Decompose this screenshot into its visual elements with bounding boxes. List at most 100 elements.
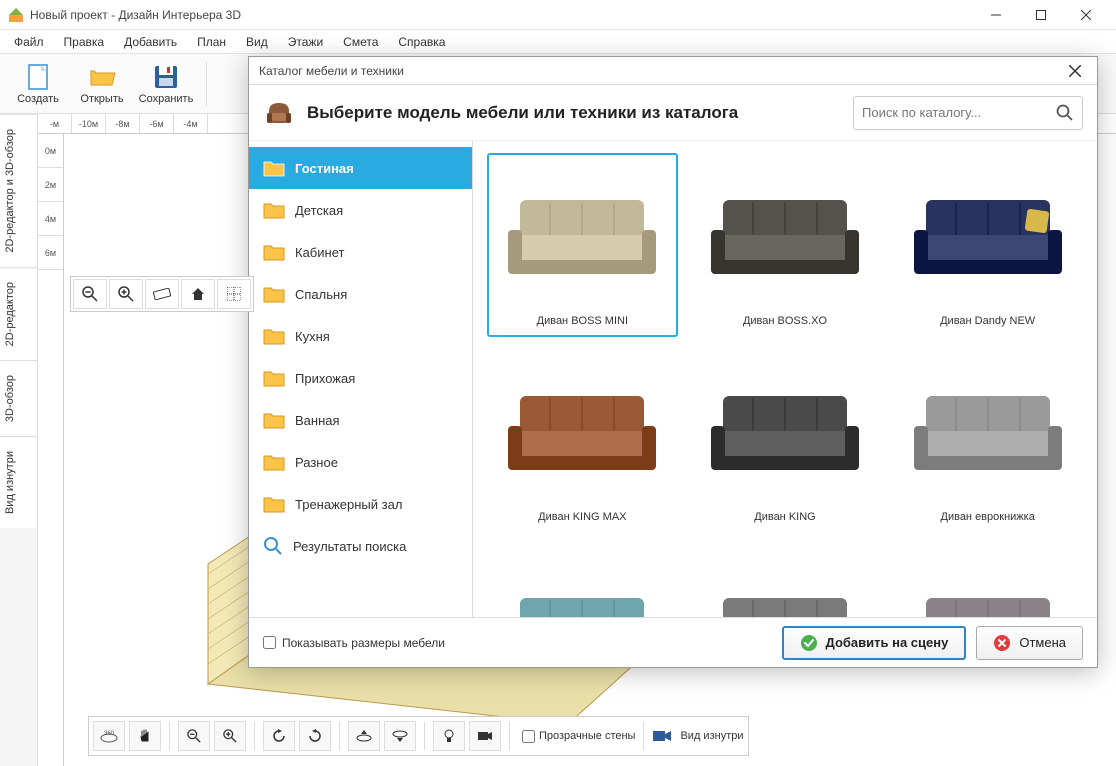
category-label: Кухня <box>295 329 330 344</box>
menu-estimate[interactable]: Смета <box>333 32 388 52</box>
separator <box>424 722 425 750</box>
furniture-catalog-modal: Каталог мебели и техники Выберите модель… <box>248 56 1098 668</box>
category-item-living[interactable]: Гостиная <box>249 147 472 189</box>
tilt-down-button[interactable] <box>384 721 416 751</box>
add-to-scene-button[interactable]: Добавить на сцену <box>782 626 967 660</box>
catalog-thumb <box>493 551 672 617</box>
side-tab-3d[interactable]: 3D-обзор <box>0 360 37 436</box>
ruler-h-tick: -6м <box>140 114 174 133</box>
category-item-search-results[interactable]: Результаты поиска <box>249 525 472 567</box>
separator <box>643 722 644 750</box>
maximize-button[interactable] <box>1018 0 1063 29</box>
pan-button[interactable] <box>129 721 161 751</box>
catalog-thumb <box>493 159 672 311</box>
bottom-toolbar: 360 Прозрачные стены Вид изнутри <box>88 716 749 756</box>
category-item-hallway[interactable]: Прихожая <box>249 357 472 399</box>
category-item-kids[interactable]: Детская <box>249 189 472 231</box>
catalog-item[interactable]: Диван KING <box>690 349 881 533</box>
side-tab-2d[interactable]: 2D-редактор <box>0 267 37 360</box>
mini-toolbar <box>70 276 254 312</box>
category-label: Прихожая <box>295 371 355 386</box>
category-item-gym[interactable]: Тренажерный зал <box>249 483 472 525</box>
show-sizes-input[interactable] <box>263 636 276 649</box>
cancel-button[interactable]: Отмена <box>976 626 1083 660</box>
folder-icon <box>263 243 285 261</box>
modal-subheader: Выберите модель мебели или техники из ка… <box>249 85 1097 141</box>
zoom-out-button[interactable] <box>73 279 107 309</box>
home-button[interactable] <box>181 279 215 309</box>
catalog-item-label: Диван KING MAX <box>538 507 626 527</box>
side-tabs: 2D-редактор и 3D-обзор 2D-редактор 3D-об… <box>0 114 38 766</box>
grid-button[interactable] <box>217 279 251 309</box>
catalog-item[interactable] <box>487 545 678 617</box>
transparent-walls-checkbox[interactable]: Прозрачные стены <box>522 730 635 743</box>
separator <box>339 722 340 750</box>
ruler-h-tick: -10м <box>72 114 106 133</box>
folder-icon <box>263 369 285 387</box>
show-sizes-checkbox[interactable]: Показывать размеры мебели <box>263 636 772 650</box>
menu-plan[interactable]: План <box>187 32 236 52</box>
inside-view-label[interactable]: Вид изнутри <box>680 730 743 742</box>
titlebar: Новый проект - Дизайн Интерьера 3D <box>0 0 1116 30</box>
catalog-item[interactable] <box>892 545 1083 617</box>
category-item-bedroom[interactable]: Спальня <box>249 273 472 315</box>
category-item-misc[interactable]: Разное <box>249 441 472 483</box>
search-input[interactable] <box>862 105 1056 120</box>
side-tab-inside[interactable]: Вид изнутри <box>0 436 37 528</box>
close-button[interactable] <box>1063 0 1108 29</box>
catalog-item[interactable]: Диван KING MAX <box>487 349 678 533</box>
catalog-item[interactable]: Диван BOSS.XO <box>690 153 881 337</box>
zoom-out-3d-button[interactable] <box>178 721 210 751</box>
menu-help[interactable]: Справка <box>388 32 455 52</box>
menu-file[interactable]: Файл <box>4 32 54 52</box>
rotate-right-button[interactable] <box>299 721 331 751</box>
svg-text:360: 360 <box>104 731 115 737</box>
menu-edit[interactable]: Правка <box>54 32 115 52</box>
side-tab-2d3d[interactable]: 2D-редактор и 3D-обзор <box>0 114 37 267</box>
zoom-in-button[interactable] <box>109 279 143 309</box>
category-item-kitchen[interactable]: Кухня <box>249 315 472 357</box>
ruler-button[interactable] <box>145 279 179 309</box>
search-icon <box>1056 104 1074 122</box>
menu-view[interactable]: Вид <box>236 32 278 52</box>
catalog-item[interactable]: Диван еврокнижка <box>892 349 1083 533</box>
catalog-thumb <box>696 551 875 617</box>
armchair-icon <box>263 97 295 129</box>
catalog-thumb <box>898 159 1077 311</box>
transparent-walls-label: Прозрачные стены <box>539 730 635 742</box>
catalog-item-label: Диван еврокнижка <box>941 507 1035 527</box>
toolbar-open[interactable]: Открыть <box>72 56 132 112</box>
category-label: Разное <box>295 455 338 470</box>
menu-add[interactable]: Добавить <box>114 32 187 52</box>
zoom-in-3d-button[interactable] <box>214 721 246 751</box>
category-label: Ванная <box>295 413 340 428</box>
modal-close-button[interactable] <box>1063 59 1087 83</box>
toolbar-separator <box>206 62 207 106</box>
ruler-h-tick: -8м <box>106 114 140 133</box>
light-button[interactable] <box>433 721 465 751</box>
catalog-thumb <box>696 355 875 507</box>
orbit-360-button[interactable]: 360 <box>93 721 125 751</box>
tilt-up-button[interactable] <box>348 721 380 751</box>
toolbar-open-label: Открыть <box>80 93 123 105</box>
toolbar-create[interactable]: Создать <box>8 56 68 112</box>
catalog-item-label: Диван BOSS.XO <box>743 311 827 331</box>
minimize-button[interactable] <box>973 0 1018 29</box>
catalog-item[interactable] <box>690 545 881 617</box>
folder-icon <box>263 453 285 471</box>
category-item-office[interactable]: Кабинет <box>249 231 472 273</box>
category-label: Детская <box>295 203 343 218</box>
rotate-left-button[interactable] <box>263 721 295 751</box>
catalog-item[interactable]: Диван BOSS MINI <box>487 153 678 337</box>
search-box[interactable] <box>853 96 1083 130</box>
ruler-vertical: 0м 2м 4м 6м <box>38 134 64 766</box>
transparent-walls-input[interactable] <box>522 730 535 743</box>
cancel-icon <box>993 634 1011 652</box>
catalog-item[interactable]: Диван Dandy NEW <box>892 153 1083 337</box>
toolbar-save[interactable]: Сохранить <box>136 56 196 112</box>
menu-floors[interactable]: Этажи <box>278 32 333 52</box>
category-label: Кабинет <box>295 245 344 260</box>
camera-button[interactable] <box>469 721 501 751</box>
category-item-bathroom[interactable]: Ванная <box>249 399 472 441</box>
ruler-h-tick: -4м <box>174 114 208 133</box>
